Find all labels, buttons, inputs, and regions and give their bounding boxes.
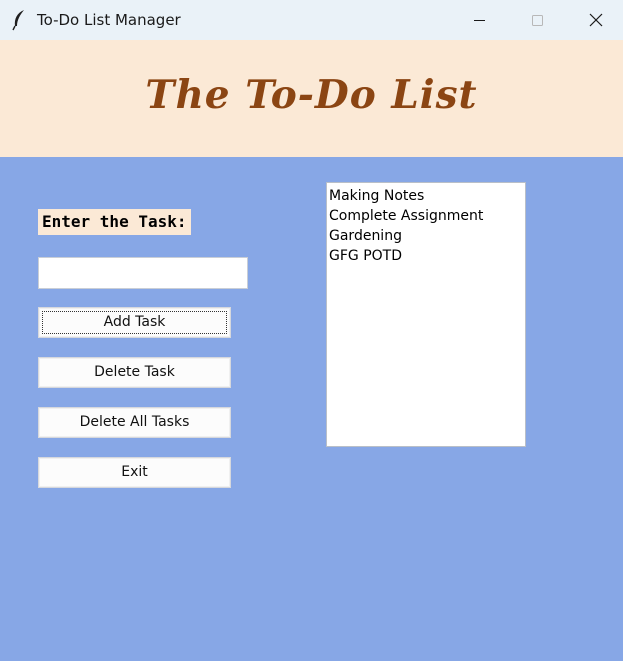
delete-all-tasks-button[interactable]: Delete All Tasks (38, 407, 231, 438)
delete-all-tasks-button-label: Delete All Tasks (79, 414, 190, 430)
exit-button[interactable]: Exit (38, 457, 231, 488)
add-task-button-label: Add Task (103, 314, 166, 330)
list-item[interactable]: Making Notes (329, 186, 523, 206)
list-item[interactable]: Complete Assignment (329, 206, 523, 226)
title-bar[interactable]: To-Do List Manager (0, 0, 623, 40)
task-label: Enter the Task: (38, 209, 191, 235)
task-input[interactable] (38, 257, 248, 289)
maximize-button[interactable] (508, 0, 566, 40)
minimize-icon (474, 20, 485, 21)
list-item[interactable]: GFG POTD (329, 246, 523, 266)
exit-button-label: Exit (121, 464, 148, 480)
header-banner: The To-Do List (0, 40, 623, 157)
app-window: To-Do List Manager The To-Do List Enter … (0, 0, 623, 661)
delete-task-button[interactable]: Delete Task (38, 357, 231, 388)
list-item[interactable]: Gardening (329, 226, 523, 246)
delete-task-button-label: Delete Task (94, 364, 175, 380)
feather-icon (11, 9, 27, 31)
window-title: To-Do List Manager (37, 11, 181, 29)
maximize-icon (532, 15, 543, 26)
page-title: The To-Do List (145, 72, 478, 118)
add-task-button[interactable]: Add Task (38, 307, 231, 338)
close-icon (589, 13, 603, 27)
task-listbox[interactable]: Making Notes Complete Assignment Gardeni… (326, 182, 526, 447)
close-button[interactable] (566, 0, 623, 40)
minimize-button[interactable] (450, 0, 508, 40)
